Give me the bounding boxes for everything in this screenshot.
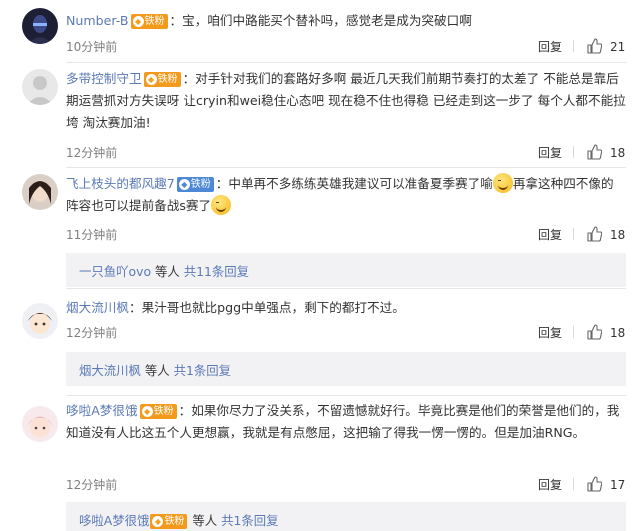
- thumbs-up-icon: [587, 38, 603, 54]
- reply-summary[interactable]: 烟大流川枫 等人 共1条回复: [66, 352, 626, 386]
- avatar[interactable]: [22, 8, 58, 44]
- comment-time: 11分钟前: [66, 228, 118, 242]
- reply-button[interactable]: 回复: [538, 226, 562, 243]
- view-replies-link[interactable]: 共1条回复: [221, 513, 278, 528]
- divider: [573, 478, 574, 490]
- thumbs-up-icon: [587, 324, 603, 340]
- avatar[interactable]: [22, 406, 58, 442]
- comment-text: 宝，咱们中路能买个替补吗，感觉老是成为突破口啊: [182, 13, 472, 28]
- reply-user-name[interactable]: 烟大流川枫: [79, 363, 141, 378]
- comment-text: 中单再不多练练英雄我建议可以准备夏季赛了喻: [228, 176, 493, 191]
- reply-user-name[interactable]: 一只鱼吖ovo: [79, 264, 151, 279]
- comment-time: 12分钟前: [66, 326, 118, 340]
- reply-summary[interactable]: 哆啦A梦很饿 ◆ 铁粉 等人 共1条回复: [66, 502, 626, 531]
- reply-button[interactable]: 回复: [538, 476, 562, 493]
- view-replies-link[interactable]: 共11条回复: [184, 264, 249, 279]
- like-button[interactable]: 18: [586, 144, 625, 160]
- like-button[interactable]: 17: [586, 476, 625, 492]
- divider: [573, 228, 574, 240]
- reply-user-name[interactable]: 哆啦A梦很饿: [79, 513, 149, 528]
- thumbs-up-icon: [587, 226, 603, 242]
- comment-time: 10分钟前: [66, 40, 118, 54]
- like-button[interactable]: 18: [586, 324, 625, 340]
- thumbs-up-icon: [587, 476, 603, 492]
- fan-badge-icon: ◆ 铁粉: [130, 14, 168, 29]
- commenter-name[interactable]: 烟大流川枫: [66, 300, 129, 315]
- avatar[interactable]: [22, 174, 58, 210]
- reply-button[interactable]: 回复: [538, 324, 562, 341]
- divider: [573, 326, 574, 338]
- commenter-name[interactable]: 多带控制守卫: [66, 71, 142, 86]
- view-replies-link[interactable]: 共1条回复: [174, 363, 231, 378]
- thumbs-up-icon: [587, 144, 603, 160]
- divider: [573, 146, 574, 158]
- fan-badge-icon: ◆ 铁粉: [143, 72, 181, 87]
- fan-badge-icon: ◆ 铁粉: [176, 177, 214, 192]
- fan-badge-icon: ◆ 铁粉: [139, 404, 177, 419]
- like-button[interactable]: 18: [586, 226, 625, 242]
- like-count: 18: [610, 146, 626, 160]
- reply-button[interactable]: 回复: [538, 38, 562, 55]
- comment-item: Number-B ◆ 铁粉 ：宝，咱们中路能买个替补吗，感觉老是成为突破口啊 10分钟…: [0, 0, 641, 62]
- avatar[interactable]: [22, 303, 58, 339]
- fan-badge-icon: ◆ 铁粉: [150, 514, 188, 529]
- like-count: 18: [610, 326, 626, 340]
- comment-time: 12分钟前: [66, 146, 118, 160]
- commenter-name[interactable]: 飞上枝头的都风趣7: [66, 176, 175, 191]
- smile-emoji-icon: [211, 195, 232, 215]
- comment-item: 多带控制守卫 ◆ 铁粉 ：对手针对我们的套路好多啊 最近几天我们前期节奏打的太差了 不…: [0, 63, 641, 167]
- like-button[interactable]: 21: [586, 38, 625, 54]
- smile-emoji-icon: [492, 173, 513, 193]
- divider: [573, 40, 574, 52]
- like-count: 21: [610, 40, 626, 54]
- commenter-name[interactable]: 哆啦A梦很饿: [66, 403, 138, 418]
- like-count: 17: [610, 478, 626, 492]
- like-count: 18: [610, 228, 626, 242]
- comment-time: 12分钟前: [66, 478, 118, 492]
- avatar[interactable]: [22, 69, 58, 105]
- reply-button[interactable]: 回复: [538, 144, 562, 161]
- reply-summary[interactable]: 一只鱼吖ovo 等人 共11条回复: [66, 253, 626, 287]
- commenter-name[interactable]: Number-B: [66, 13, 129, 28]
- comment-text: 果汁哥也就比pgg中单强点，剩下的都打不过。: [141, 300, 405, 315]
